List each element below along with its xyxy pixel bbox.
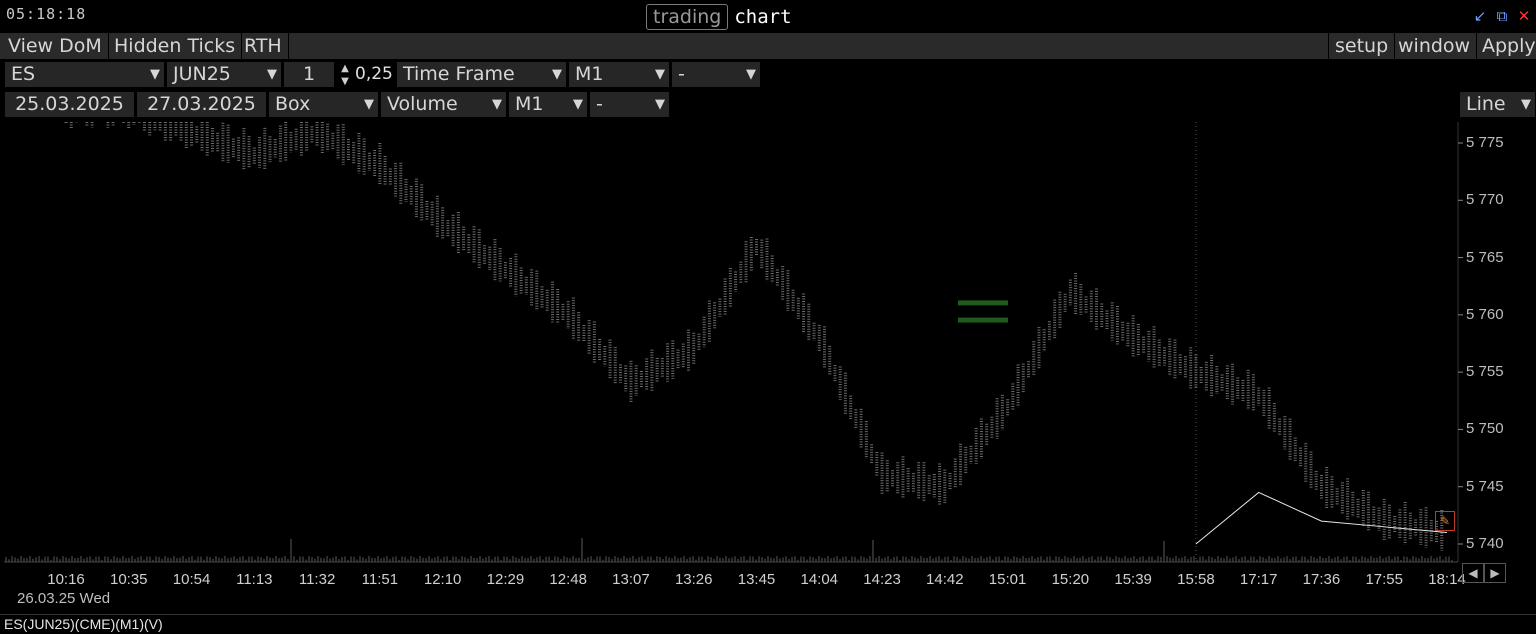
contract-value: JUN25 (173, 63, 231, 85)
date-from-input[interactable]: 25.03.2025 (4, 91, 135, 118)
x-tick-label: 14:23 (863, 571, 901, 588)
indicator-extra-select[interactable]: - ▼ (589, 91, 670, 118)
contract-select[interactable]: JUN25 ▼ (166, 61, 282, 88)
indicator-value: Volume (387, 93, 458, 115)
chevron-down-icon: ▼ (746, 67, 756, 82)
chevron-down-icon: ▼ (655, 97, 665, 112)
indicator-tf-select[interactable]: M1 ▼ (508, 91, 588, 118)
indicator-extra-value: - (596, 93, 603, 115)
restore-icon[interactable]: ⧉ (1494, 8, 1510, 24)
close-icon[interactable]: ✕ (1516, 8, 1532, 24)
chart-style-value: Box (275, 93, 311, 115)
line-mode-value: Line (1466, 93, 1506, 115)
x-tick-label: 18:14 (1428, 571, 1466, 588)
menu-view-dom[interactable]: View DoM (2, 33, 109, 59)
x-tick-label: 14:04 (800, 571, 839, 588)
chart-canvas (4, 122, 1463, 563)
stepper-arrows-icon[interactable]: ▲ ▼ (337, 62, 353, 88)
chevron-down-icon: ▼ (492, 97, 502, 112)
x-tick-label: 11:51 (361, 571, 399, 588)
timeframe-label-select[interactable]: Time Frame ▼ (396, 61, 567, 88)
x-tick-label: 13:07 (612, 571, 650, 588)
date-to-value: 27.03.2025 (147, 93, 256, 115)
indicator-tf-value: M1 (515, 93, 544, 115)
brand-word: chart (734, 5, 792, 28)
x-tick-label: 15:39 (1114, 571, 1152, 588)
chevron-down-icon: ▼ (655, 67, 665, 82)
tag-icon[interactable]: ✎ (1435, 511, 1455, 531)
minimize-icon[interactable]: ↙ (1472, 8, 1488, 24)
chevron-down-icon: ▼ (1521, 97, 1531, 112)
line-mode-select[interactable]: Line ▼ (1459, 91, 1536, 118)
multiplier-value: 1 (302, 63, 316, 85)
menu-window[interactable]: window (1392, 33, 1478, 59)
x-tick-label: 13:26 (674, 571, 713, 588)
extra-select[interactable]: - ▼ (671, 61, 761, 88)
status-bar: ES(JUN25)(CME)(M1)(V) (0, 614, 1536, 633)
date-from-value: 25.03.2025 (15, 93, 124, 115)
scroll-right-icon[interactable]: ▶ (1484, 563, 1506, 583)
x-tick-label: 17:36 (1302, 571, 1341, 588)
y-tick-label: 5 770 (1466, 191, 1504, 209)
x-tick-label: 10:16 (47, 571, 85, 588)
x-tick-label: 12:10 (423, 571, 462, 588)
x-tick-label: 15:20 (1051, 571, 1090, 588)
menu-rth[interactable]: RTH (238, 33, 289, 59)
app-brand: trading chart (646, 3, 792, 30)
x-tick-label: 15:01 (988, 571, 1027, 588)
scroll-left-icon[interactable]: ◀ (1462, 563, 1484, 583)
chevron-down-icon: ▼ (150, 67, 160, 82)
indicator-select[interactable]: Volume ▼ (380, 91, 507, 118)
symbol-value: ES (11, 63, 36, 85)
title-bar: 05:18:18 trading chart ↙ ⧉ ✕ (0, 0, 1536, 33)
y-tick-label: 5 745 (1466, 477, 1504, 495)
date-to-input[interactable]: 27.03.2025 (136, 91, 267, 118)
x-tick-label: 17:17 (1239, 571, 1278, 588)
brand-boxed: trading (646, 3, 729, 30)
window-controls: ↙ ⧉ ✕ (1472, 8, 1532, 24)
multiplier-input[interactable]: 1 (283, 61, 335, 88)
y-tick-label: 5 775 (1466, 134, 1504, 151)
tick-size: 0,25 (355, 64, 393, 84)
clock: 05:18:18 (6, 5, 87, 23)
y-tick-label: 5 755 (1466, 363, 1504, 381)
x-tick-label: 11:32 (298, 571, 336, 588)
x-tick-label: 12:48 (549, 571, 587, 588)
chevron-down-icon: ▼ (552, 67, 562, 82)
y-tick-label: 5 750 (1466, 420, 1504, 438)
symbol-select[interactable]: ES ▼ (4, 61, 165, 88)
timeframe-label: Time Frame (403, 63, 515, 85)
x-tick-label: 10:35 (109, 571, 148, 588)
x-tick-label: 14:42 (926, 571, 964, 588)
chevron-down-icon: ▼ (573, 97, 583, 112)
level-highlight (958, 317, 1008, 323)
menu-bar: View DoM Hidden Ticks RTH setup window A… (0, 33, 1536, 60)
x-tick-label: 11:13 (236, 571, 273, 588)
x-tick-label: 10:54 (172, 571, 211, 588)
y-tick-label: 5 760 (1466, 305, 1504, 323)
date-label: 26.03.25 Wed (17, 590, 111, 607)
menu-hidden-ticks[interactable]: Hidden Ticks (108, 33, 243, 59)
x-tick-label: 12:29 (486, 571, 525, 588)
level-highlight (958, 300, 1008, 306)
timeframe-select[interactable]: M1 ▼ (568, 61, 670, 88)
menu-apply[interactable]: Apply (1476, 33, 1536, 59)
chart-style-select[interactable]: Box ▼ (268, 91, 379, 118)
y-tick-label: 5 740 (1466, 535, 1504, 552)
chevron-down-icon: ▼ (364, 97, 374, 112)
menu-setup[interactable]: setup (1328, 33, 1396, 59)
extra-value: - (678, 63, 685, 85)
price-chart[interactable]: 5 775 5 770 5 765 5 760 5 755 5 750 5 745 5 740… (0, 122, 1536, 607)
y-tick-label: 5 765 (1466, 248, 1504, 266)
x-tick-label: 17:55 (1365, 571, 1403, 588)
x-tick-label: 13:45 (737, 571, 776, 588)
chevron-down-icon: ▼ (267, 67, 277, 82)
timeframe-value: M1 (575, 63, 604, 85)
x-tick-label: 15:58 (1177, 571, 1215, 588)
